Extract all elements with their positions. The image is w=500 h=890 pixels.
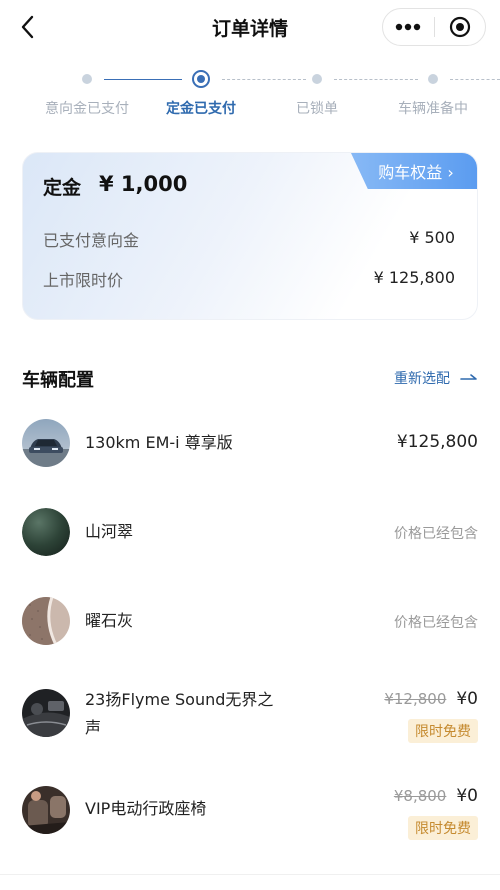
seat-name: VIP电动行政座椅 (85, 799, 207, 818)
step-dot-1 (82, 74, 92, 84)
interior-color-name: 曜石灰 (85, 611, 134, 630)
reselect-label: 重新选配 (394, 371, 450, 387)
step-line-1 (104, 79, 182, 80)
intent-paid-label: 已支付意向金 (43, 231, 140, 250)
config-item-audio: 23扬Flyme Sound无界之 声 ¥12,800 ¥0 限时免费 (0, 686, 500, 746)
audio-current-price: ¥0 (456, 689, 478, 709)
target-close-icon (449, 16, 470, 38)
audio-price: ¥12,800 ¥0 (384, 689, 478, 709)
audio-name: 23扬Flyme Sound无界之 声 (85, 686, 273, 742)
config-item-interior: 曜石灰 价格已经包含 (0, 597, 500, 647)
interior-swatch (22, 597, 70, 645)
audio-thumbnail (22, 689, 70, 737)
audio-name-line2: 声 (85, 718, 102, 737)
intent-paid-value: ¥ 500 (409, 228, 455, 247)
bottom-divider (0, 874, 500, 875)
audio-name-line1: 23扬Flyme Sound无界之 (85, 690, 274, 709)
step-dot-3 (312, 74, 322, 84)
step-dot-4 (428, 74, 438, 84)
order-progress: 意向金已支付 定金已支付 已锁单 车辆准备中 (0, 66, 500, 126)
trim-price: ¥125,800 (396, 432, 478, 452)
step-line-2 (222, 79, 306, 80)
seat-free-tag: 限时免费 (408, 816, 478, 840)
step-line-4 (450, 79, 500, 80)
config-item-seat: VIP电动行政座椅 ¥8,800 ¥0 限时免费 (0, 782, 500, 842)
step-dot-2 (192, 70, 210, 88)
purchase-benefits-button[interactable]: 购车权益 › (351, 153, 477, 189)
reselect-config-button[interactable]: 重新选配 (394, 368, 478, 388)
trim-name: 130km EM-i 尊享版 (85, 433, 233, 452)
arrow-right-icon (460, 374, 477, 380)
seat-current-price: ¥0 (456, 786, 478, 806)
close-miniprogram-button[interactable] (434, 9, 485, 45)
deposit-title: 定金 (43, 177, 82, 199)
deposit-amount: ¥ 1,000 (99, 172, 188, 196)
step-label-preparing: 车辆准备中 (398, 101, 468, 117)
car-thumbnail (22, 419, 70, 467)
step-label-locked: 已锁单 (296, 101, 338, 117)
interior-included-note: 价格已经包含 (394, 615, 478, 631)
deposit-card: 购车权益 › 定金 ¥ 1,000 已支付意向金 ¥ 500 上市限时价 ¥ 1… (22, 152, 478, 320)
step-label-deposit-paid: 定金已支付 (166, 101, 236, 117)
more-dots-icon (396, 23, 421, 31)
config-item-exterior: 山河翠 价格已经包含 (0, 508, 500, 558)
launch-price-value: ¥ 125,800 (373, 268, 455, 287)
seat-price: ¥8,800 ¥0 (394, 786, 478, 806)
vehicle-config-title: 车辆配置 (22, 370, 94, 391)
launch-price-label: 上市限时价 (43, 271, 124, 290)
more-button[interactable] (383, 9, 434, 45)
audio-old-price: ¥12,800 (384, 690, 447, 708)
audio-free-tag: 限时免费 (408, 719, 478, 743)
header: 订单详情 (0, 0, 500, 56)
paint-swatch (22, 508, 70, 556)
exterior-included-note: 价格已经包含 (394, 526, 478, 542)
seat-old-price: ¥8,800 (393, 787, 447, 805)
step-label-intent-paid: 意向金已支付 (45, 101, 129, 117)
exterior-color-name: 山河翠 (85, 522, 134, 541)
config-item-trim: 130km EM-i 尊享版 ¥125,800 (0, 418, 500, 468)
seat-thumbnail (22, 786, 70, 834)
step-line-3 (334, 79, 418, 80)
capsule-menu (382, 8, 486, 46)
